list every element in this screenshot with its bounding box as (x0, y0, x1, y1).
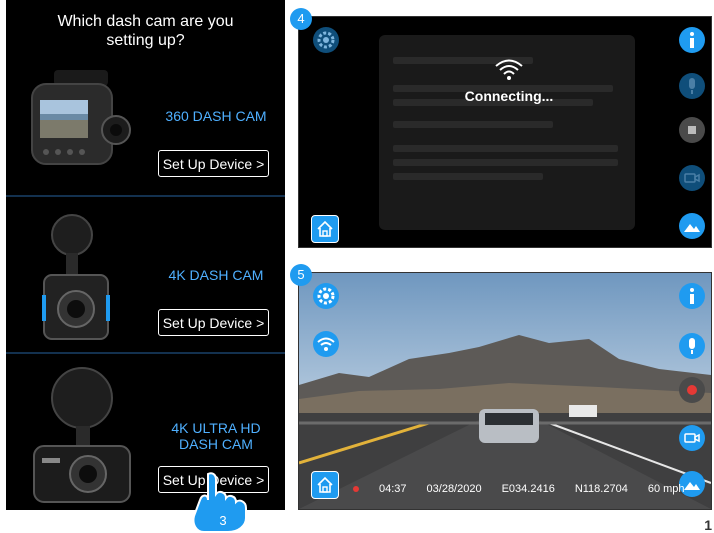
video-button[interactable] (679, 165, 705, 191)
video-camera-icon (684, 433, 700, 443)
step-4-badge: 4 (290, 8, 312, 30)
microphone-button[interactable] (679, 73, 705, 99)
wifi-icon (317, 337, 335, 351)
camera-option-4k[interactable]: 4K DASH CAM Set Up Device > (6, 197, 285, 352)
info-button[interactable] (679, 27, 705, 53)
gear-icon (317, 31, 335, 49)
record-button[interactable] (679, 377, 705, 403)
home-icon (317, 476, 333, 493)
stop-icon (688, 126, 696, 134)
dialog-text-line (393, 145, 618, 152)
home-button[interactable] (311, 215, 339, 243)
home-button[interactable] (311, 471, 339, 499)
info-icon (690, 32, 694, 48)
step-5-badge: 5 (290, 264, 312, 286)
road-camera-view (299, 273, 711, 509)
camera-name: 4K ULTRA HD DASH CAM (171, 420, 261, 452)
microphone-button[interactable] (679, 333, 705, 359)
camera-selection-screen: Which dash cam are you setting up? 360 D… (6, 0, 285, 510)
gps-longitude: E034.2416 (501, 483, 555, 495)
video-button[interactable] (679, 425, 705, 451)
selection-title: Which dash cam are you setting up? (57, 13, 234, 49)
home-icon (317, 220, 333, 237)
camera-option-360[interactable]: 360 DASH CAM Set Up Device > (6, 58, 285, 195)
connecting-label: Connecting... (464, 88, 554, 104)
video-camera-icon (684, 173, 700, 183)
step-3-badge: 3 (219, 513, 227, 528)
settings-button[interactable] (313, 283, 339, 309)
gear-icon (317, 287, 335, 305)
dialog-text-line (393, 121, 553, 128)
setup-device-button[interactable]: Set Up Device > (158, 150, 269, 177)
live-view-screen: 04:37 03/28/2020 E034.2416 N118.2704 60 mph (298, 272, 712, 510)
wifi-icon (495, 59, 523, 80)
camera-name: 4K DASH CAM (168, 267, 264, 283)
info-button[interactable] (679, 283, 705, 309)
dialog-text-line (393, 173, 543, 180)
connecting-indicator: Connecting... (449, 57, 569, 104)
stop-button[interactable] (679, 117, 705, 143)
page-number: 1 (704, 517, 712, 533)
recording-time: 04:37 (379, 483, 407, 495)
info-icon (690, 288, 694, 304)
vehicle-speed: 60 mph (647, 483, 685, 495)
microphone-icon (689, 338, 695, 354)
setup-device-button[interactable]: Set Up Device > (158, 309, 269, 336)
camera-4k-ultra-hd-image (33, 367, 131, 503)
settings-button[interactable] (313, 27, 339, 53)
microphone-icon (689, 78, 695, 94)
gallery-button[interactable] (679, 213, 705, 239)
recording-dot-icon (353, 486, 359, 493)
image-icon (684, 224, 700, 232)
wifi-button[interactable] (313, 331, 339, 357)
recording-date: 03/28/2020 (426, 483, 482, 495)
gps-latitude: N118.2704 (574, 483, 628, 495)
camera-360-image (31, 70, 131, 165)
camera-4k-image (42, 214, 110, 340)
camera-name: 360 DASH CAM (165, 108, 267, 124)
record-icon (687, 385, 697, 395)
connecting-screen: Connecting... (298, 16, 712, 248)
dialog-text-line (393, 159, 618, 166)
recording-status-bar: 04:37 03/28/2020 E034.2416 N118.2704 60 mph (353, 483, 705, 495)
